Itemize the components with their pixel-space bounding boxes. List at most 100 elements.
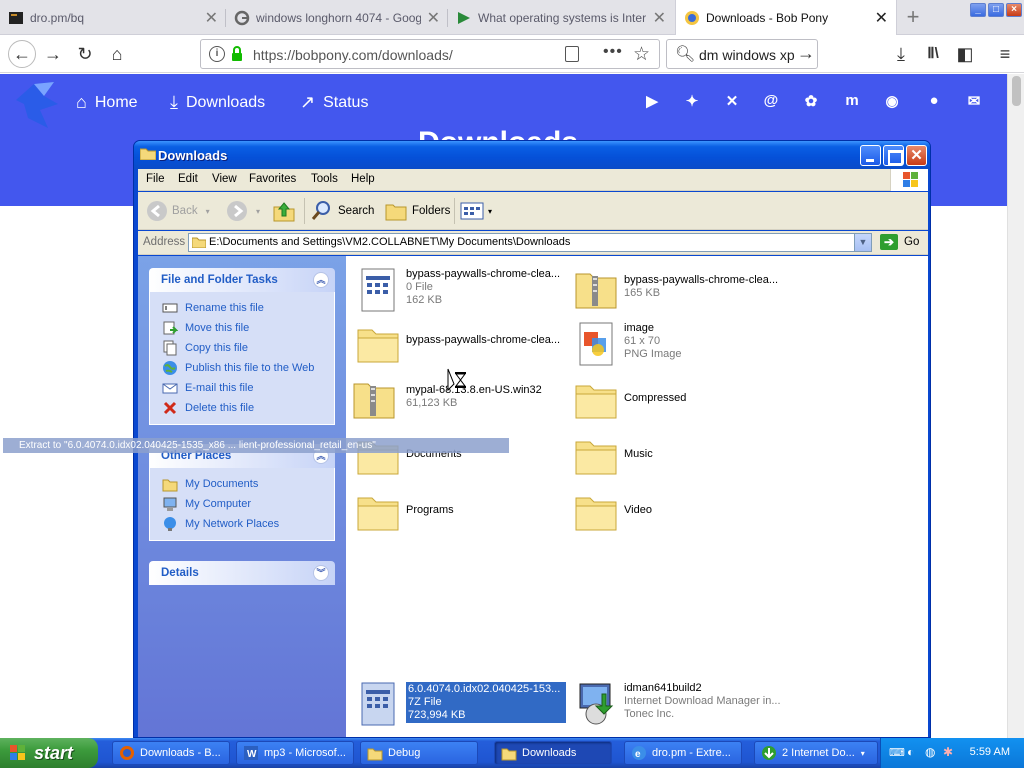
- url-text[interactable]: https://bobpony.com/downloads/: [253, 47, 453, 63]
- menu-view[interactable]: View: [212, 173, 237, 185]
- dropdown-arrow-icon[interactable]: ▾: [488, 207, 492, 216]
- nav-downloads[interactable]: ⤓ Downloads: [170, 92, 265, 113]
- collapse-chevron-icon[interactable]: ︽: [313, 272, 329, 288]
- close-icon[interactable]: ×: [1006, 3, 1022, 17]
- reader-view-icon[interactable]: [565, 46, 579, 62]
- file-item[interactable]: bypass-paywalls-chrome-clea... 0 File 162 …: [354, 264, 564, 316]
- github-icon[interactable]: ●: [923, 92, 945, 109]
- site-logo[interactable]: [14, 78, 66, 130]
- task-dro-pm[interactable]: e dro.pm - Extre...: [624, 741, 742, 765]
- maximize-icon[interactable]: □: [988, 3, 1004, 17]
- dropdown-arrow-icon[interactable]: ▾: [861, 749, 865, 758]
- task-rename-file[interactable]: Rename this file: [162, 298, 334, 318]
- address-field[interactable]: E:\Documents and Settings\VM2.COLLABNET\…: [188, 233, 872, 252]
- image-item[interactable]: image 61 x 70 PNG Image: [572, 318, 782, 370]
- task-internet-download-manager[interactable]: 2 Internet Do... ▾: [754, 741, 878, 765]
- explorer-title-bar[interactable]: Downloads ✕: [134, 141, 930, 169]
- folder-item[interactable]: Music: [572, 430, 782, 482]
- up-folder-button[interactable]: [272, 198, 296, 224]
- bluesky-icon[interactable]: ✿: [800, 92, 822, 110]
- library-icon[interactable]: Ⅱ\: [920, 41, 946, 67]
- expand-chevron-icon[interactable]: ︾: [313, 565, 329, 581]
- file-item[interactable]: bypass-paywalls-chrome-clea... 165 KB: [572, 264, 782, 316]
- nav-home[interactable]: ⌂ Home: [76, 92, 138, 113]
- sidebar-icon[interactable]: ◧: [952, 41, 978, 67]
- close-tab-icon[interactable]: ✕: [427, 8, 440, 28]
- youtube-icon[interactable]: ▶: [641, 92, 663, 110]
- new-tab-button[interactable]: +: [902, 6, 924, 28]
- globe-icon[interactable]: ◍: [925, 745, 935, 759]
- menu-favorites[interactable]: Favorites: [249, 173, 296, 185]
- scrollbar-thumb[interactable]: [1012, 76, 1021, 106]
- place-my-documents[interactable]: My Documents: [162, 474, 334, 494]
- nav-status[interactable]: ↗ Status: [300, 92, 368, 113]
- folder-item[interactable]: Video: [572, 486, 782, 538]
- dropdown-arrow-icon[interactable]: ▾: [256, 207, 260, 216]
- discord-icon[interactable]: ◉: [881, 92, 903, 110]
- folder-item[interactable]: Compressed: [572, 374, 782, 426]
- minimize-icon[interactable]: _: [970, 3, 986, 17]
- task-publish-web[interactable]: Publish this file to the Web: [162, 358, 334, 378]
- folders-button[interactable]: Folders: [384, 198, 450, 224]
- tab-operating-systems[interactable]: What operating systems is Inter ✕: [448, 0, 674, 35]
- task-copy-file[interactable]: Copy this file: [162, 338, 334, 358]
- task-downloads-folder[interactable]: Downloads: [494, 741, 612, 765]
- reload-icon[interactable]: ↻: [72, 41, 98, 67]
- page-scrollbar[interactable]: [1007, 74, 1024, 738]
- clock[interactable]: 5:59 AM: [970, 746, 1010, 758]
- twitter-icon[interactable]: ✦: [681, 92, 703, 110]
- back-button[interactable]: Back ▾: [146, 198, 210, 224]
- minimize-button[interactable]: [860, 145, 881, 166]
- bookmark-star-icon[interactable]: ☆: [633, 43, 650, 66]
- close-button[interactable]: ✕: [906, 145, 927, 166]
- task-downloads-firefox[interactable]: Downloads - B...: [112, 741, 230, 765]
- file-item-selected[interactable]: 6.0.4074.0.idx02.040425-153... 7Z File 723…: [354, 678, 566, 730]
- threads-icon[interactable]: @: [760, 92, 782, 109]
- tab-dro-pm[interactable]: dro.pm/bq ✕: [0, 0, 226, 35]
- menu-help[interactable]: Help: [351, 173, 375, 185]
- folder-item[interactable]: Programs: [354, 486, 564, 538]
- search-go-arrow-icon[interactable]: →: [797, 43, 815, 64]
- close-tab-icon[interactable]: ✕: [205, 8, 218, 28]
- lock-icon[interactable]: [231, 46, 243, 62]
- start-button[interactable]: start: [0, 738, 98, 768]
- menu-tools[interactable]: Tools: [311, 173, 338, 185]
- folder-item[interactable]: bypass-paywalls-chrome-clea...: [354, 318, 564, 370]
- menu-edit[interactable]: Edit: [178, 173, 198, 185]
- back-arrow-icon[interactable]: ←: [8, 40, 36, 68]
- info-icon[interactable]: i: [209, 46, 225, 62]
- mail-icon[interactable]: ✉: [963, 92, 985, 110]
- home-icon[interactable]: ⌂: [104, 41, 130, 67]
- forward-arrow-icon[interactable]: →: [40, 41, 66, 67]
- task-debug-folder[interactable]: Debug: [360, 741, 478, 765]
- task-move-file[interactable]: Move this file: [162, 318, 334, 338]
- views-button[interactable]: ▾: [460, 198, 492, 224]
- maximize-button[interactable]: [883, 145, 904, 166]
- panel-header[interactable]: Details ︾: [149, 561, 335, 585]
- address-dropdown-icon[interactable]: ▼: [854, 234, 871, 251]
- search-box[interactable]: 🔍︎ dm windows xp →: [666, 39, 818, 69]
- menu-hamburger-icon[interactable]: ≡: [992, 41, 1018, 67]
- task-mp3-word[interactable]: W mp3 - Microsof...: [236, 741, 354, 765]
- app-item[interactable]: idman641build2 Internet Download Manager …: [572, 678, 782, 730]
- place-my-computer[interactable]: My Computer: [162, 494, 334, 514]
- task-delete-file[interactable]: Delete this file: [162, 398, 334, 418]
- go-button[interactable]: ➔ Go: [880, 234, 919, 250]
- place-my-network-places[interactable]: My Network Places: [162, 514, 334, 534]
- forward-button[interactable]: ▾: [226, 198, 260, 224]
- sound-icon[interactable]: ✱: [943, 745, 953, 759]
- page-actions-icon[interactable]: •••: [603, 43, 623, 61]
- downloads-icon[interactable]: ⤓: [888, 41, 914, 67]
- dropdown-arrow-icon[interactable]: ▾: [206, 207, 210, 216]
- task-email-file[interactable]: E-mail this file: [162, 378, 334, 398]
- tab-downloads-bob-pony[interactable]: Downloads - Bob Pony ✕: [675, 0, 897, 36]
- tab-google-search[interactable]: windows longhorn 4074 - Google ✕: [226, 0, 448, 35]
- search-button[interactable]: Search: [310, 198, 374, 224]
- url-bar[interactable]: i https://bobpony.com/downloads/ ••• ☆: [200, 39, 660, 69]
- menu-file[interactable]: File: [146, 173, 165, 185]
- network-icon[interactable]: ◐: [907, 745, 914, 759]
- close-tab-icon[interactable]: ✕: [875, 8, 888, 28]
- search-text[interactable]: dm windows xp: [699, 47, 795, 63]
- panel-header[interactable]: File and Folder Tasks ︽: [149, 268, 335, 292]
- keyboard-icon[interactable]: ⌨: [889, 746, 905, 759]
